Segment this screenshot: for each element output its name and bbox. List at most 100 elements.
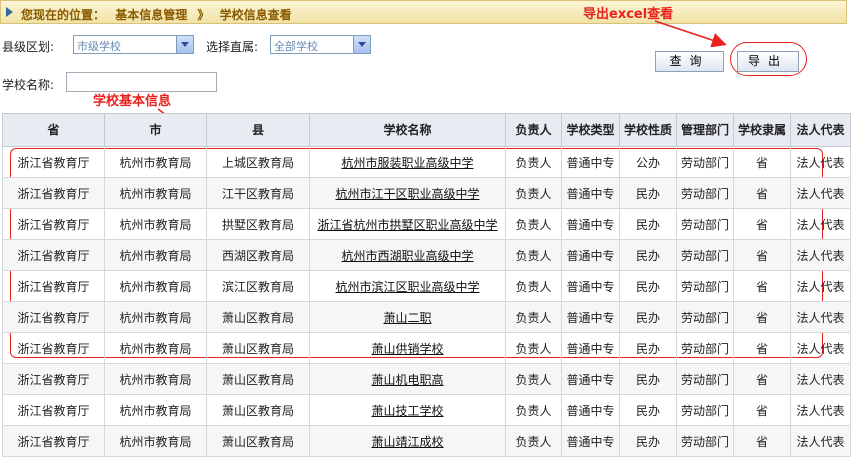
cell-county: 萧山区教育局	[206, 332, 310, 364]
cell-legal-rep: 法人代表	[790, 239, 851, 271]
cell-province: 浙江省教育厅	[2, 301, 105, 333]
cell-school-type: 普通中专	[561, 425, 620, 457]
cell-province: 浙江省教育厅	[2, 394, 105, 426]
cell-legal-rep: 法人代表	[790, 146, 851, 178]
header-province: 省	[2, 113, 105, 147]
cell-city: 杭州市教育局	[104, 394, 207, 426]
cell-province: 浙江省教育厅	[2, 363, 105, 395]
cell-school-nature: 民办	[619, 270, 677, 302]
cell-department: 劳动部门	[676, 239, 734, 271]
cell-school-name: 杭州市服装职业高级中学	[309, 146, 506, 178]
cell-school-type: 普通中专	[561, 239, 620, 271]
cell-city: 杭州市教育局	[104, 146, 207, 178]
cell-department: 劳动部门	[676, 208, 734, 240]
cell-city: 杭州市教育局	[104, 301, 207, 333]
cell-school-nature: 民办	[619, 301, 677, 333]
table-row: 浙江省教育厅 杭州市教育局 西湖区教育局 杭州市西湖职业高级中学 负责人 普通中专 民办 劳动…	[2, 239, 851, 271]
cell-county: 上城区教育局	[206, 146, 310, 178]
school-name-link[interactable]: 萧山机电职高	[371, 373, 443, 387]
table-row: 浙江省教育厅 杭州市教育局 上城区教育局 杭州市服装职业高级中学 负责人 普通中专 公办 劳动…	[2, 146, 851, 178]
cell-province: 浙江省教育厅	[2, 146, 105, 178]
cell-school-nature: 民办	[619, 208, 677, 240]
export-arrow-icon	[654, 20, 727, 48]
cell-county: 萧山区教育局	[206, 425, 310, 457]
cell-school-type: 普通中专	[561, 177, 620, 209]
cell-county: 萧山区教育局	[206, 394, 310, 426]
school-info-table: 省 市 县 学校名称 负责人 学校类型 学校性质 管理部门 学校隶属 法人代表 …	[2, 113, 851, 457]
header-school-nature: 学校性质	[619, 113, 677, 147]
header-legal-rep: 法人代表	[790, 113, 851, 147]
cell-legal-rep: 法人代表	[790, 332, 851, 364]
school-name-link[interactable]: 萧山二职	[383, 311, 431, 325]
cell-affiliation: 省	[733, 332, 791, 364]
cell-city: 杭州市教育局	[104, 239, 207, 271]
cell-province: 浙江省教育厅	[2, 208, 105, 240]
cell-school-name: 萧山机电职高	[309, 363, 506, 395]
cell-legal-rep: 法人代表	[790, 301, 851, 333]
cell-department: 劳动部门	[676, 177, 734, 209]
cell-school-nature: 民办	[619, 332, 677, 364]
school-name-link[interactable]: 萧山供销学校	[371, 342, 443, 356]
cell-county: 西湖区教育局	[206, 239, 310, 271]
cell-school-nature: 民办	[619, 177, 677, 209]
cell-principal: 负责人	[505, 425, 562, 457]
cell-school-nature: 民办	[619, 239, 677, 271]
cell-affiliation: 省	[733, 425, 791, 457]
cell-city: 杭州市教育局	[104, 177, 207, 209]
cell-school-name: 萧山靖江成校	[309, 425, 506, 457]
table-row: 浙江省教育厅 杭州市教育局 萧山区教育局 萧山供销学校 负责人 普通中专 民办 劳动部门省法人…	[2, 332, 851, 364]
cell-legal-rep: 法人代表	[790, 270, 851, 302]
header-department: 管理部门	[676, 113, 734, 147]
cell-province: 浙江省教育厅	[2, 425, 105, 457]
cell-school-type: 普通中专	[561, 270, 620, 302]
cell-legal-rep: 法人代表	[790, 363, 851, 395]
school-name-link[interactable]: 杭州市滨江区职业高级中学	[335, 280, 479, 294]
table-row: 浙江省教育厅 杭州市教育局 萧山区教育局 萧山机电职高 负责人 普通中专 民办 劳动部门省法人…	[2, 363, 851, 395]
school-name-link[interactable]: 浙江省杭州市拱墅区职业高级中学	[317, 218, 497, 232]
cell-legal-rep: 法人代表	[790, 425, 851, 457]
cell-affiliation: 省	[733, 208, 791, 240]
cell-school-type: 普通中专	[561, 363, 620, 395]
cell-school-type: 普通中专	[561, 394, 620, 426]
cell-principal: 负责人	[505, 394, 562, 426]
school-name-link[interactable]: 萧山靖江成校	[371, 435, 443, 449]
cell-county: 萧山区教育局	[206, 363, 310, 395]
cell-legal-rep: 法人代表	[790, 394, 851, 426]
table-header-row: 省 市 县 学校名称 负责人 学校类型 学校性质 管理部门 学校隶属 法人代表	[2, 113, 851, 147]
table-row: 浙江省教育厅 杭州市教育局 萧山区教育局 萧山技工学校 负责人 普通中专 民办 劳动部门省法人…	[2, 394, 851, 426]
cell-county: 萧山区教育局	[206, 301, 310, 333]
cell-school-nature: 民办	[619, 394, 677, 426]
cell-province: 浙江省教育厅	[2, 332, 105, 364]
school-name-link[interactable]: 杭州市江干区职业高级中学	[335, 187, 479, 201]
cell-principal: 负责人	[505, 301, 562, 333]
school-name-link[interactable]: 萧山技工学校	[371, 404, 443, 418]
table-row: 浙江省教育厅 杭州市教育局 拱墅区教育局 浙江省杭州市拱墅区职业高级中学 负责人 普通中专…	[2, 208, 851, 240]
cell-school-name: 萧山二职	[309, 301, 506, 333]
cell-school-type: 普通中专	[561, 301, 620, 333]
cell-school-name: 杭州市西湖职业高级中学	[309, 239, 506, 271]
cell-school-nature: 民办	[619, 425, 677, 457]
header-principal: 负责人	[505, 113, 562, 147]
cell-affiliation: 省	[733, 270, 791, 302]
cell-school-type: 普通中专	[561, 146, 620, 178]
cell-school-name: 杭州市滨江区职业高级中学	[309, 270, 506, 302]
school-name-link[interactable]: 杭州市西湖职业高级中学	[341, 249, 473, 263]
cell-principal: 负责人	[505, 177, 562, 209]
cell-department: 劳动部门	[676, 363, 734, 395]
cell-principal: 负责人	[505, 332, 562, 364]
cell-department: 劳动部门	[676, 270, 734, 302]
cell-principal: 负责人	[505, 270, 562, 302]
cell-department: 劳动部门	[676, 301, 734, 333]
cell-principal: 负责人	[505, 363, 562, 395]
header-affiliation: 学校隶属	[733, 113, 791, 147]
cell-school-name: 萧山供销学校	[309, 332, 506, 364]
cell-province: 浙江省教育厅	[2, 239, 105, 271]
school-name-link[interactable]: 杭州市服装职业高级中学	[341, 156, 473, 170]
cell-province: 浙江省教育厅	[2, 270, 105, 302]
cell-department: 劳动部门	[676, 146, 734, 178]
header-city: 市	[104, 113, 207, 147]
cell-affiliation: 省	[733, 177, 791, 209]
cell-affiliation: 省	[733, 239, 791, 271]
header-school-name: 学校名称	[309, 113, 506, 147]
cell-school-nature: 民办	[619, 363, 677, 395]
